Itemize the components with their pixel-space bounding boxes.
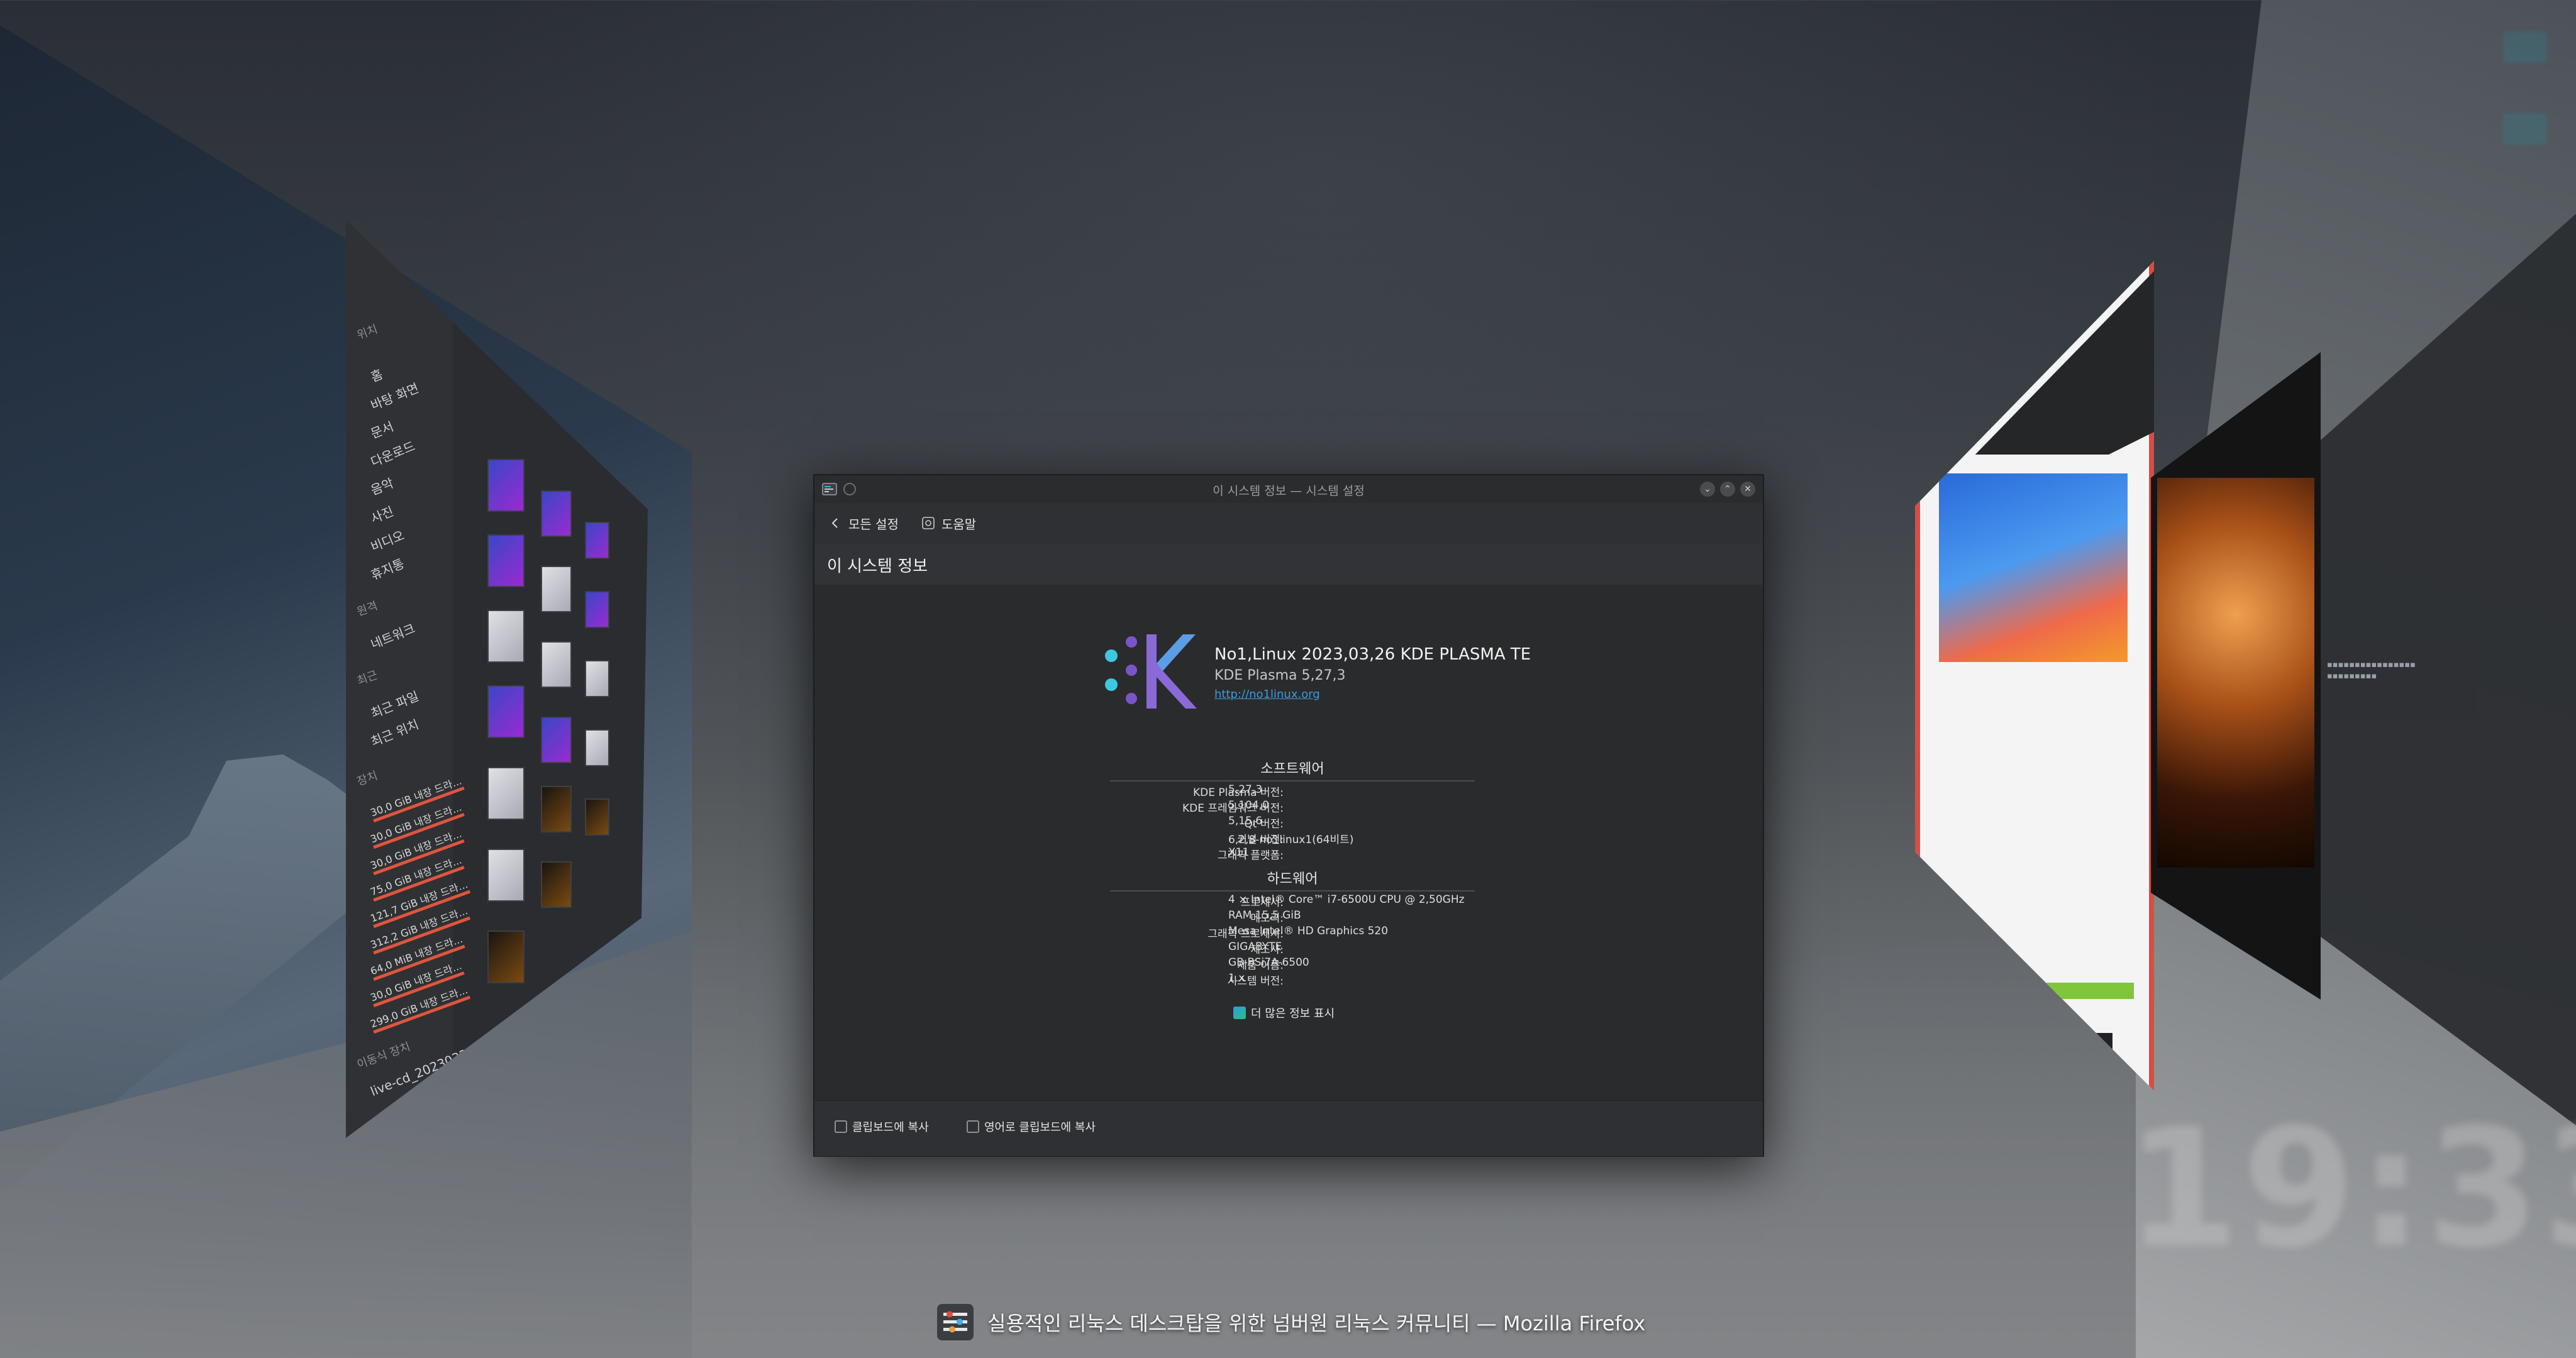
- file-thumbnail[interactable]: [541, 786, 572, 832]
- distro-logo-icon: [1105, 634, 1197, 709]
- file-thumbnail[interactable]: [585, 660, 609, 697]
- firefox-app-icon: [937, 1304, 974, 1340]
- distro-url-link[interactable]: http://no1linux.org: [1214, 688, 1320, 701]
- window-footer: 클립보드에 복사 영어로 클립보드에 복사: [814, 1100, 1763, 1156]
- info-value: X11: [1228, 846, 1250, 859]
- info-row: 그래픽 프로세서: Mesa Intel® HD Graphics 520: [814, 925, 1763, 941]
- file-thumbnail[interactable]: [487, 930, 525, 983]
- terminal-output: ▪▪▪▪▪▪▪▪▪▪▪▪▪▪▪▪: [2327, 660, 2416, 670]
- info-row: 제조사: GIGABYTE: [814, 941, 1763, 956]
- info-value: 5,27,3: [1228, 783, 1263, 796]
- file-thumbnail[interactable]: [541, 717, 572, 763]
- info-value: 5,15,6: [1228, 815, 1263, 827]
- copy-to-clipboard-button[interactable]: 클립보드에 복사: [835, 1118, 929, 1135]
- info-row: KDE 프레임워크 버전: 5,104,0: [814, 799, 1763, 815]
- copy-english-label: 영어로 클립보드에 복사: [984, 1121, 1096, 1134]
- page-header: 이 시스템 정보: [814, 543, 1763, 585]
- system-info-content: No1,Linux 2023,03,26 KDE PLASMA TE KDE P…: [814, 585, 1763, 1100]
- file-thumbnail[interactable]: [585, 798, 609, 836]
- window-switcher-caption-text: 실용적인 리눅스 데스크탑을 위한 넘버원 리눅스 커뮤니티 — Mozilla…: [987, 1311, 1646, 1335]
- show-more-info-label: 더 많은 정보 표시: [1251, 1007, 1335, 1020]
- page-title: 이 시스템 정보: [827, 557, 928, 576]
- show-more-info-button[interactable]: 더 많은 정보 표시: [1233, 1005, 1335, 1021]
- file-thumbnail[interactable]: [541, 490, 572, 537]
- copy-english-button[interactable]: 영어로 클립보드에 복사: [967, 1118, 1096, 1135]
- copy-to-clipboard-label: 클립보드에 복사: [852, 1121, 929, 1134]
- file-thumbnail[interactable]: [487, 610, 525, 663]
- info-row: 제품 이름: GB-BSi7A-6500: [814, 956, 1763, 972]
- album-art-microphone: [2157, 478, 2314, 868]
- window-toolbar: 모든 설정 도움말: [814, 503, 1763, 543]
- minimize-icon[interactable]: ⌄: [1700, 482, 1715, 497]
- file-thumbnail[interactable]: [585, 522, 609, 559]
- info-row: Qt 버전: 5,15,6: [814, 815, 1763, 831]
- terminal-output: ▪▪▪▪▪▪▪▪▪: [2327, 671, 2377, 681]
- file-thumbnail[interactable]: [541, 861, 572, 908]
- file-thumbnail[interactable]: [585, 591, 609, 628]
- distro-version: KDE Plasma 5,27,3: [1214, 668, 1346, 683]
- info-row: 메모리: RAM 15,5 GiB: [814, 909, 1763, 925]
- info-value: 1.x: [1228, 972, 1245, 985]
- back-arrow-icon: [831, 518, 838, 528]
- all-settings-label: 모든 설정: [848, 516, 899, 532]
- distro-name: No1,Linux 2023,03,26 KDE PLASMA TE: [1214, 645, 1531, 664]
- system-info-window[interactable]: 이 시스템 정보 — 시스템 설정 ⌄ ⌃ ✕ 모든 설정 도움말 이 시스템 …: [813, 474, 1764, 1157]
- info-value: Mesa Intel® HD Graphics 520: [1228, 925, 1389, 937]
- close-icon[interactable]: ✕: [1740, 482, 1755, 497]
- info-row: 시스템 버전: 1.x: [814, 972, 1763, 988]
- maximize-icon[interactable]: ⌃: [1720, 482, 1735, 497]
- window-titlebar[interactable]: 이 시스템 정보 — 시스템 설정 ⌄ ⌃ ✕: [814, 475, 1763, 504]
- hardware-section-title: 하드웨어: [1110, 868, 1475, 892]
- window-switcher-caption: 실용적인 리눅스 데스크탑을 위한 넘버원 리눅스 커뮤니티 — Mozilla…: [937, 1304, 1646, 1340]
- info-row: 그래픽 플랫폼: X11: [814, 846, 1763, 862]
- info-value: GIGABYTE: [1228, 941, 1282, 953]
- software-section-title: 소프트웨어: [1110, 758, 1475, 781]
- file-thumbnail[interactable]: [487, 767, 525, 820]
- file-thumbnail[interactable]: [487, 459, 525, 512]
- help-button[interactable]: 도움말: [921, 513, 976, 533]
- info-value: RAM 15,5 GiB: [1228, 909, 1301, 922]
- webpage-hero-image: [1939, 473, 2128, 662]
- info-value: GB-BSi7A-6500: [1228, 956, 1309, 969]
- desktop-widget-icon[interactable]: [2503, 113, 2547, 145]
- all-settings-button[interactable]: 모든 설정: [828, 513, 899, 533]
- file-thumbnail[interactable]: [541, 566, 572, 612]
- help-label: 도움말: [941, 516, 977, 532]
- info-value: 4 × Intel® Core™ i7-6500U CPU @ 2,50GHz: [1228, 893, 1465, 906]
- window-title: 이 시스템 정보 — 시스템 설정: [1213, 484, 1365, 498]
- info-value: 6,2,8-no1linux1(64비트): [1228, 834, 1354, 846]
- desktop-widget-icon[interactable]: [2503, 31, 2547, 63]
- info-center-icon: [1233, 1007, 1246, 1019]
- desktop-clock-widget: 19:33: [2126, 1094, 2576, 1284]
- file-thumbnail[interactable]: [487, 685, 525, 738]
- copy-icon: [835, 1120, 847, 1133]
- info-row: KDE Plasma 버전: 5,27,3: [814, 783, 1763, 799]
- file-thumbnail[interactable]: [541, 641, 572, 688]
- info-row: 커널 버전: 6,2,8-no1linux1(64비트): [814, 831, 1763, 846]
- file-thumbnail[interactable]: [487, 849, 525, 902]
- file-thumbnail[interactable]: [585, 729, 609, 766]
- help-icon: [922, 517, 935, 529]
- info-row: 프로세서: 4 × Intel® Core™ i7-6500U CPU @ 2,5…: [814, 893, 1763, 909]
- info-value: 5,104,0: [1228, 799, 1269, 812]
- file-thumbnail[interactable]: [487, 534, 525, 587]
- info-key: 그래픽 플랫폼:: [1218, 849, 1284, 862]
- copy-icon: [967, 1120, 979, 1133]
